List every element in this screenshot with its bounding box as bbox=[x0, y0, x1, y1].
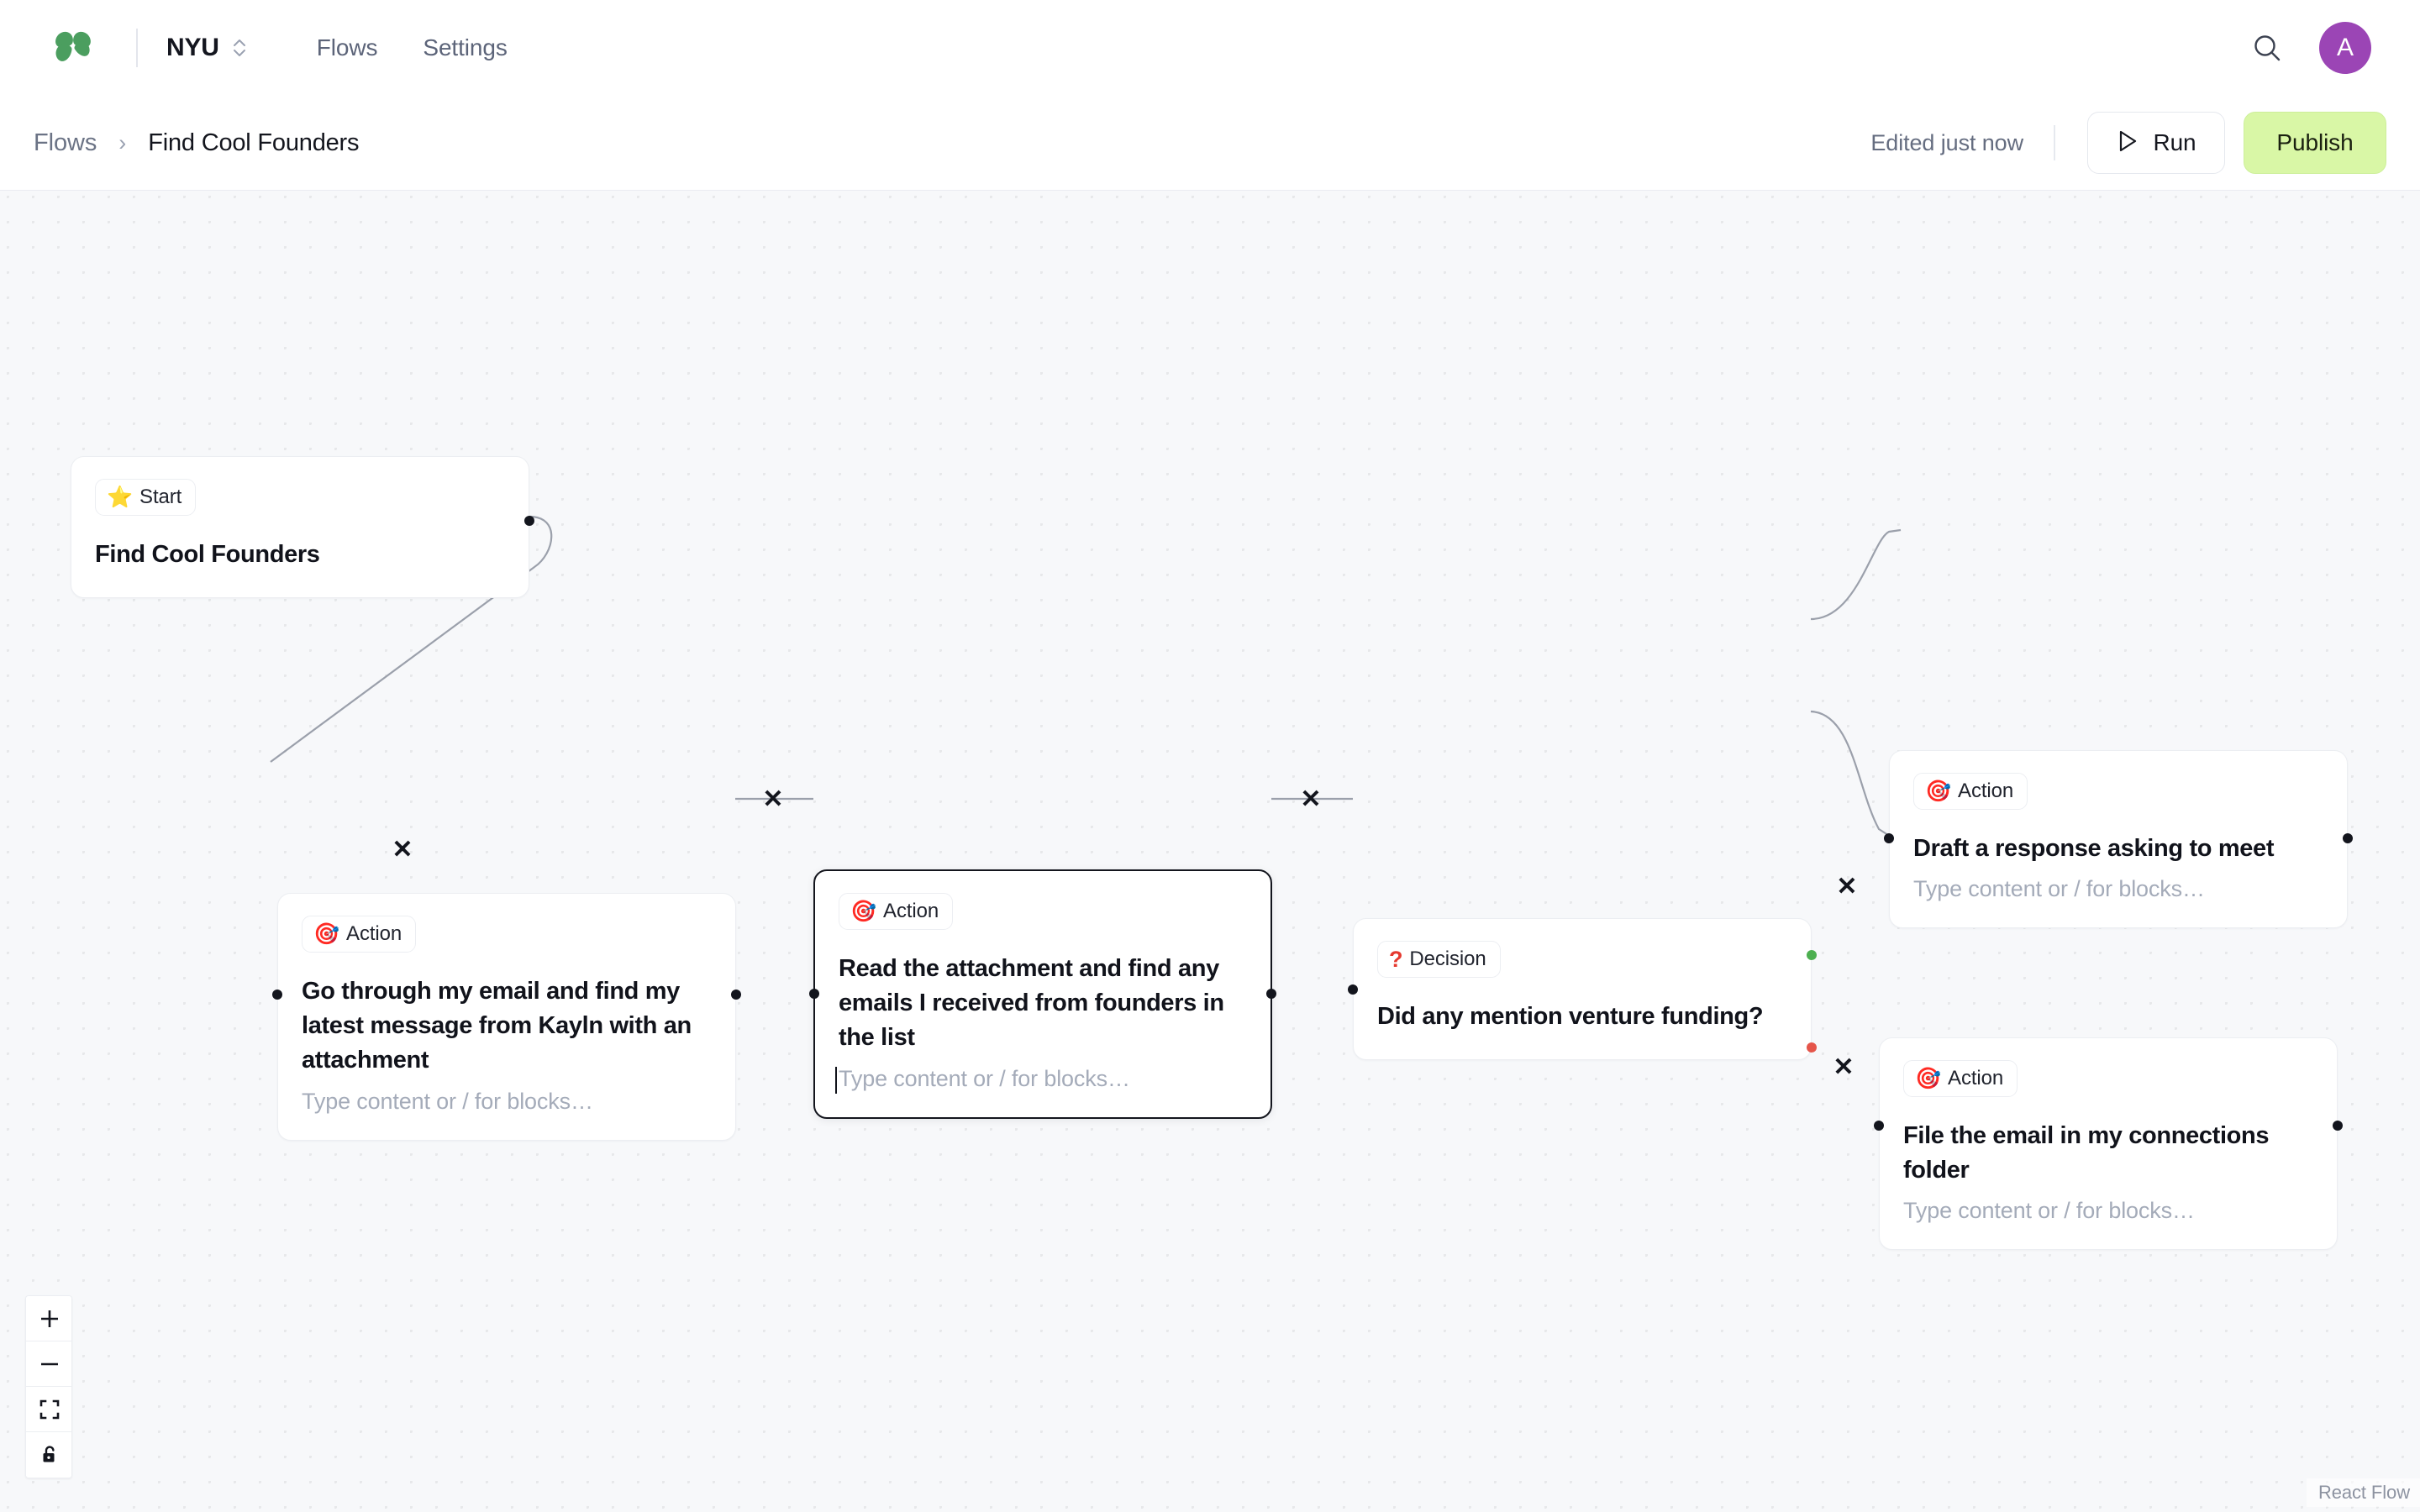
node-type-badge-action[interactable]: 🎯 Action bbox=[1903, 1060, 2018, 1097]
star-icon: ⭐ bbox=[107, 485, 134, 509]
target-icon: 🎯 bbox=[1915, 1066, 1942, 1090]
org-switcher[interactable]: NYU bbox=[166, 34, 248, 62]
edited-status: Edited just now bbox=[1870, 129, 2023, 155]
node-handle-source-no[interactable] bbox=[1807, 1042, 1817, 1053]
node-handle-source[interactable] bbox=[524, 516, 534, 526]
play-icon bbox=[2116, 129, 2139, 158]
node-content-placeholder[interactable]: Type content or / for blocks… bbox=[1903, 1198, 2313, 1224]
action-divider bbox=[2054, 125, 2055, 160]
breadcrumb-flows[interactable]: Flows bbox=[34, 129, 97, 157]
node-type-label: Action bbox=[1958, 780, 2014, 802]
nav-divider bbox=[136, 29, 138, 67]
node-type-badge-decision[interactable]: ? Decision bbox=[1377, 941, 1501, 978]
edge-delete-button[interactable]: ✕ bbox=[1829, 1053, 1858, 1082]
node-title[interactable]: Draft a response asking to meet bbox=[1913, 832, 2323, 866]
node-title[interactable]: Find Cool Founders bbox=[95, 538, 505, 572]
node-type-label: Decision bbox=[1409, 948, 1486, 970]
flow-subheader: Flows › Find Cool Founders Edited just n… bbox=[0, 96, 2420, 191]
node-type-label: Start bbox=[139, 486, 182, 508]
nav-link-settings[interactable]: Settings bbox=[423, 34, 507, 61]
question-mark-icon: ? bbox=[1389, 946, 1403, 972]
node-handle-source[interactable] bbox=[731, 990, 741, 1000]
chevron-updown-icon bbox=[231, 36, 248, 60]
node-handle-target[interactable] bbox=[1348, 984, 1358, 995]
node-title[interactable]: Read the attachment and find any emails … bbox=[839, 952, 1247, 1056]
node-type-badge-start[interactable]: ⭐ Start bbox=[95, 479, 197, 516]
node-handle-source-yes[interactable] bbox=[1807, 950, 1817, 960]
zoom-out-icon[interactable] bbox=[26, 1341, 71, 1387]
edge-delete-button[interactable]: ✕ bbox=[1833, 873, 1861, 901]
edge-delete-button[interactable]: ✕ bbox=[1297, 785, 1325, 814]
flow-node-action-4[interactable]: 🎯 Action File the email in my connection… bbox=[1874, 1037, 2343, 1251]
breadcrumb: Flows › Find Cool Founders bbox=[34, 129, 360, 157]
target-icon: 🎯 bbox=[313, 921, 340, 946]
node-type-label: Action bbox=[1948, 1067, 2004, 1089]
node-title[interactable]: Go through my email and find my latest m… bbox=[302, 974, 712, 1079]
zoom-in-icon[interactable] bbox=[26, 1296, 71, 1341]
node-handle-target[interactable] bbox=[809, 989, 819, 999]
avatar[interactable]: A bbox=[2319, 22, 2371, 74]
canvas-controls bbox=[25, 1295, 72, 1478]
node-type-label: Action bbox=[346, 922, 402, 945]
nav-link-flows[interactable]: Flows bbox=[317, 34, 378, 61]
nav-right-cluster: A bbox=[2249, 22, 2386, 74]
subheader-actions: Edited just now Run Publish bbox=[1870, 112, 2386, 174]
flow-node-decision-1[interactable]: ? Decision Did any mention venture fundi… bbox=[1348, 918, 1817, 1061]
edge-delete-button[interactable]: ✕ bbox=[388, 836, 417, 864]
publish-button-label: Publish bbox=[2276, 129, 2354, 155]
node-handle-source[interactable] bbox=[2343, 833, 2353, 843]
node-type-badge-action[interactable]: 🎯 Action bbox=[839, 893, 954, 930]
clover-logo-icon[interactable] bbox=[49, 24, 97, 72]
node-content-placeholder[interactable]: Type content or / for blocks… bbox=[1913, 876, 2323, 902]
node-title[interactable]: File the email in my connections folder bbox=[1903, 1119, 2313, 1188]
run-button[interactable]: Run bbox=[2087, 112, 2225, 174]
node-handle-target[interactable] bbox=[1884, 833, 1894, 843]
run-button-label: Run bbox=[2153, 129, 2196, 155]
node-handle-source[interactable] bbox=[2333, 1121, 2343, 1131]
top-navigation-bar: NYU Flows Settings A bbox=[0, 0, 2420, 96]
node-type-label: Action bbox=[883, 900, 939, 922]
target-icon: 🎯 bbox=[850, 899, 877, 923]
fit-view-icon[interactable] bbox=[26, 1387, 71, 1432]
node-type-badge-action[interactable]: 🎯 Action bbox=[302, 916, 417, 953]
page-title: Find Cool Founders bbox=[148, 129, 360, 156]
flow-node-action-2[interactable]: 🎯 Action Read the attachment and find an… bbox=[809, 869, 1276, 1119]
edge-delete-button[interactable]: ✕ bbox=[759, 785, 787, 814]
flow-node-action-3[interactable]: 🎯 Action Draft a response asking to meet… bbox=[1884, 750, 2353, 929]
breadcrumb-separator-icon: › bbox=[118, 129, 127, 155]
node-content-placeholder[interactable]: Type content or / for blocks… bbox=[835, 1066, 1247, 1094]
react-flow-attribution[interactable]: React Flow bbox=[2306, 1478, 2420, 1507]
node-handle-target[interactable] bbox=[272, 990, 282, 1000]
publish-button[interactable]: Publish bbox=[2244, 112, 2386, 174]
target-icon: 🎯 bbox=[1925, 779, 1952, 803]
node-title[interactable]: Did any mention venture funding? bbox=[1377, 1000, 1787, 1034]
node-type-badge-action[interactable]: 🎯 Action bbox=[1913, 773, 2028, 810]
node-handle-target[interactable] bbox=[1874, 1121, 1884, 1131]
flow-canvas[interactable]: ⭐ Start Find Cool Founders 🎯 Action Go t… bbox=[0, 191, 2420, 1512]
node-content-placeholder[interactable]: Type content or / for blocks… bbox=[302, 1089, 712, 1115]
flow-node-action-1[interactable]: 🎯 Action Go through my email and find my… bbox=[272, 893, 741, 1141]
org-name: NYU bbox=[166, 34, 219, 61]
nav-links: Flows Settings bbox=[317, 34, 508, 61]
search-icon[interactable] bbox=[2249, 29, 2286, 66]
unlock-icon[interactable] bbox=[26, 1432, 71, 1478]
flow-node-start[interactable]: ⭐ Start Find Cool Founders bbox=[71, 456, 534, 599]
node-handle-source[interactable] bbox=[1266, 989, 1276, 999]
